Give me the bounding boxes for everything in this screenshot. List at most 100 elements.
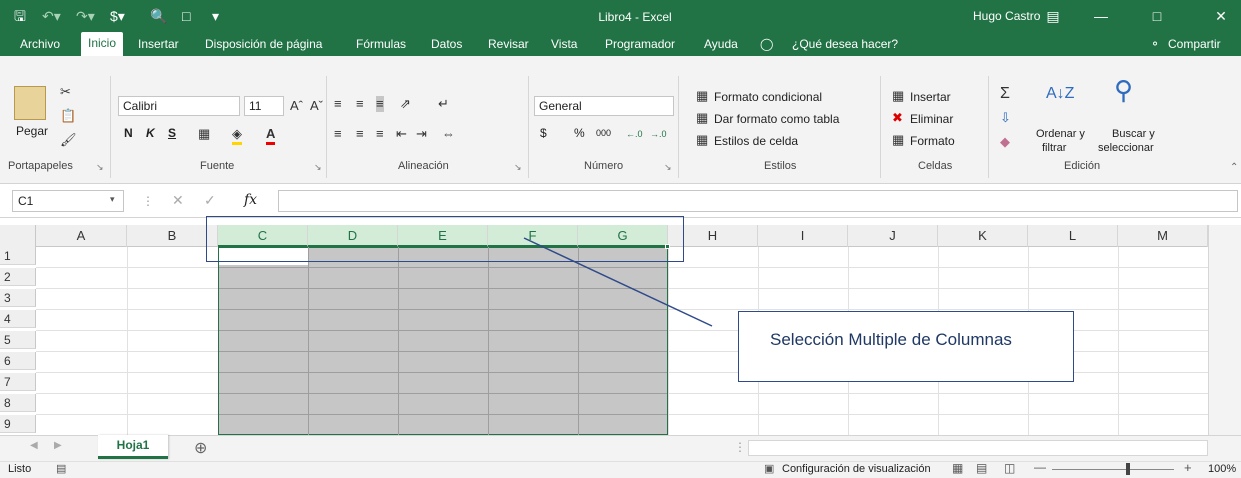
sort-filter-label-2[interactable]: filtrar xyxy=(1042,142,1066,154)
column-header-k[interactable]: K xyxy=(938,225,1028,247)
row-header-9[interactable]: 9 xyxy=(0,415,36,433)
find-select-label[interactable]: Buscar y xyxy=(1112,128,1155,140)
insert-cells-button[interactable]: Insertar xyxy=(910,90,951,104)
align-bottom-icon[interactable]: ≡ xyxy=(376,96,384,112)
select-all-button[interactable] xyxy=(0,225,36,247)
number-launcher-icon[interactable]: ↘ xyxy=(664,162,672,173)
format-cells-button[interactable]: Formato xyxy=(910,134,955,148)
ribbon-display-icon[interactable]: ▤ xyxy=(1040,6,1066,26)
insert-function-button[interactable]: fx xyxy=(244,192,257,208)
font-size-select[interactable]: 11 xyxy=(244,96,284,116)
formula-input[interactable] xyxy=(278,190,1238,212)
tab-disposicion[interactable]: Disposición de página xyxy=(205,34,322,54)
copy-icon[interactable]: 📋 xyxy=(60,108,76,124)
font-color-icon[interactable]: A xyxy=(266,126,276,145)
row-header-4[interactable]: 4 xyxy=(0,310,36,328)
row-header-6[interactable]: 6 xyxy=(0,352,36,370)
bold-button[interactable]: N xyxy=(124,126,133,140)
name-box[interactable]: C1 xyxy=(12,190,124,212)
wrap-text-icon[interactable]: ↵ xyxy=(438,96,449,112)
redo-icon[interactable]: ↷▾ xyxy=(76,8,95,24)
collapse-ribbon-icon[interactable]: ⌃ xyxy=(1230,162,1238,173)
thousands-button[interactable]: 000 xyxy=(596,128,611,138)
add-sheet-icon[interactable]: ⊕ xyxy=(194,438,207,458)
column-header-a[interactable]: A xyxy=(36,225,127,247)
italic-button[interactable]: K xyxy=(146,126,155,140)
next-sheet-icon[interactable]: ▶ xyxy=(54,440,62,451)
tab-formulas[interactable]: Fórmulas xyxy=(356,34,406,54)
row-header-8[interactable]: 8 xyxy=(0,394,36,412)
sort-filter-label[interactable]: Ordenar y xyxy=(1036,128,1085,140)
tab-datos[interactable]: Datos xyxy=(431,34,462,54)
tab-insertar[interactable]: Insertar xyxy=(138,34,179,54)
zoom-in-icon[interactable]: + xyxy=(1184,460,1192,475)
fill-icon[interactable]: ⇩ xyxy=(1000,110,1011,126)
undo-icon[interactable]: ↶▾ xyxy=(42,8,61,24)
delete-cells-button[interactable]: Eliminar xyxy=(910,112,953,126)
row-header-3[interactable]: 3 xyxy=(0,289,36,307)
share-button[interactable]: Compartir xyxy=(1168,34,1221,54)
column-header-b[interactable]: B xyxy=(127,225,218,247)
increase-font-icon[interactable]: Aˆ xyxy=(290,98,303,114)
macro-record-icon[interactable]: ▤ xyxy=(56,462,66,475)
column-header-j[interactable]: J xyxy=(848,225,938,247)
tab-programador[interactable]: Programador xyxy=(605,34,675,54)
user-name[interactable]: Hugo Castro xyxy=(973,9,1040,23)
enter-icon[interactable]: ✓ xyxy=(204,192,216,209)
paste-button[interactable]: Pegar xyxy=(16,124,48,138)
alignment-launcher-icon[interactable]: ↘ xyxy=(514,162,522,173)
align-middle-icon[interactable]: ≡ xyxy=(356,96,364,112)
horizontal-scrollbar[interactable] xyxy=(748,440,1208,456)
column-header-m[interactable]: M xyxy=(1118,225,1208,247)
page-break-icon[interactable]: ◫ xyxy=(1004,461,1015,475)
clear-icon[interactable]: ◆ xyxy=(1000,134,1010,150)
row-header-1[interactable]: 1 xyxy=(0,247,36,265)
tell-me-input[interactable]: ¿Qué desea hacer? xyxy=(792,34,898,54)
percent-button[interactable]: % xyxy=(574,126,585,140)
align-top-icon[interactable]: ≡ xyxy=(334,96,342,112)
font-name-select[interactable]: Calibri xyxy=(118,96,240,116)
conditional-format-button[interactable]: Formato condicional xyxy=(714,90,822,104)
new-file-icon[interactable]: □ xyxy=(182,8,190,24)
format-painter-icon[interactable]: 🖌 xyxy=(60,132,77,148)
find-select-label-2[interactable]: seleccionar xyxy=(1098,142,1154,154)
align-right-icon[interactable]: ≡ xyxy=(376,126,384,142)
align-left-icon[interactable]: ≡ xyxy=(334,126,342,142)
merge-center-icon[interactable]: ⇔ xyxy=(442,126,455,142)
prev-sheet-icon[interactable]: ◀ xyxy=(30,440,38,451)
tab-revisar[interactable]: Revisar xyxy=(488,34,529,54)
selected-columns-range[interactable] xyxy=(218,247,668,435)
row-header-2[interactable]: 2 xyxy=(0,268,36,286)
customize-qat-icon[interactable]: ▾ xyxy=(212,8,219,24)
column-header-i[interactable]: I xyxy=(758,225,848,247)
cell-styles-button[interactable]: Estilos de celda xyxy=(714,134,798,148)
cut-icon[interactable]: ✂ xyxy=(60,84,71,100)
decrease-font-icon[interactable]: Aˇ xyxy=(310,98,323,114)
fill-color-icon[interactable]: ◈ xyxy=(232,126,242,145)
close-button[interactable]: ✕ xyxy=(1208,6,1234,26)
sort-icon[interactable]: $▾ xyxy=(110,8,125,24)
tab-archivo[interactable]: Archivo xyxy=(20,34,60,54)
align-center-icon[interactable]: ≡ xyxy=(356,126,364,142)
page-layout-icon[interactable]: ▤ xyxy=(976,461,987,475)
save-icon[interactable]: 🖫 xyxy=(14,8,26,24)
clipboard-launcher-icon[interactable]: ↘ xyxy=(96,162,104,173)
row-header-7[interactable]: 7 xyxy=(0,373,36,391)
zoom-slider-thumb[interactable] xyxy=(1126,463,1130,475)
cancel-icon[interactable]: ✕ xyxy=(172,192,184,209)
decrease-indent-icon[interactable]: ⇤ xyxy=(396,126,407,142)
orientation-icon[interactable]: ⇗ xyxy=(400,96,411,112)
format-as-table-button[interactable]: Dar formato como tabla xyxy=(714,112,839,126)
split-handle-icon[interactable]: ⋮ xyxy=(734,440,746,454)
sheet-tab-hoja1[interactable]: Hoja1 xyxy=(98,435,168,459)
decrease-decimal-icon[interactable]: →.0 xyxy=(650,126,667,142)
autosum-icon[interactable]: Σ xyxy=(1000,86,1010,102)
name-box-dropdown-icon[interactable]: ▾ xyxy=(110,194,115,205)
normal-view-icon[interactable]: ▦ xyxy=(952,461,963,475)
number-format-select[interactable]: General xyxy=(534,96,674,116)
underline-button[interactable]: S xyxy=(168,126,176,140)
paste-icon[interactable] xyxy=(14,86,46,120)
minimize-button[interactable]: — xyxy=(1088,6,1114,26)
share-icon[interactable]: ⚬ xyxy=(1150,34,1160,54)
display-settings-icon[interactable]: ▣ xyxy=(764,462,774,475)
